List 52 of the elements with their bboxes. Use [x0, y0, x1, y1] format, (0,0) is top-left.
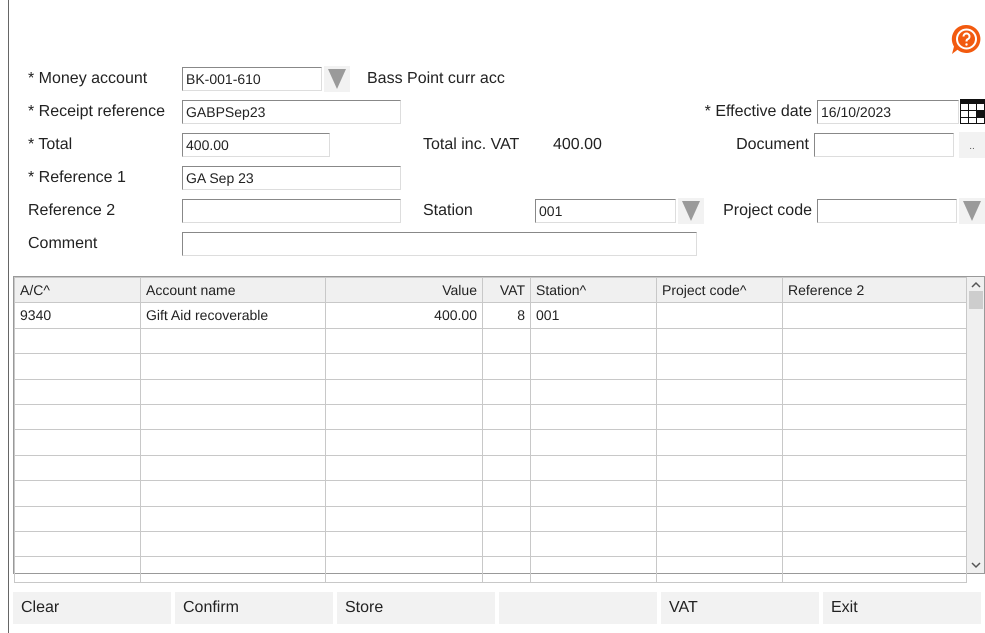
- dropdown-arrow-icon: [963, 200, 981, 220]
- field-label: * Effective date: [704, 102, 812, 122]
- field-label: Document: [736, 134, 809, 154]
- action-button[interactable]: Confirm: [175, 592, 333, 624]
- column-header[interactable]: A/C^: [14, 278, 140, 303]
- field-label: * Receipt reference: [28, 102, 166, 122]
- scroll-up-icon[interactable]: [970, 281, 980, 289]
- field-label: * Money account: [28, 68, 148, 88]
- input-field[interactable]: BK-001-610: [182, 66, 322, 90]
- calendar-icon[interactable]: [960, 99, 985, 124]
- input-field[interactable]: 001: [535, 198, 676, 222]
- dropdown-button[interactable]: [959, 198, 985, 224]
- action-button[interactable]: Store: [337, 592, 495, 624]
- column-header[interactable]: Project code^: [656, 278, 782, 303]
- table-cell: 8: [482, 302, 530, 328]
- field-label: * Total: [28, 134, 74, 154]
- dropdown-button[interactable]: [678, 198, 704, 224]
- dropdown-arrow-icon: [682, 200, 700, 220]
- input-field[interactable]: [814, 132, 954, 156]
- column-header[interactable]: Station^: [530, 278, 656, 303]
- action-button[interactable]: VAT: [661, 592, 819, 624]
- input-field[interactable]: GABPSep23: [182, 100, 401, 124]
- input-field[interactable]: [817, 198, 957, 222]
- input-field[interactable]: 16/10/2023: [817, 100, 959, 124]
- table-cell: Gift Aid recoverable: [140, 302, 326, 328]
- help-icon[interactable]: [950, 24, 983, 55]
- field-label: Station: [423, 200, 474, 220]
- dropdown-button[interactable]: [324, 66, 350, 92]
- column-header[interactable]: Reference 2: [782, 278, 966, 303]
- field-label: * Reference 1: [28, 168, 127, 188]
- dropdown-arrow-icon: [328, 68, 346, 88]
- table-cell: 001: [530, 302, 656, 328]
- input-field[interactable]: [182, 198, 401, 222]
- column-header[interactable]: Account name: [140, 278, 326, 303]
- input-field[interactable]: [182, 232, 697, 256]
- account-description: Bass Point curr acc: [367, 68, 505, 88]
- table-cell: 9340: [14, 302, 140, 328]
- action-button[interactable]: Clear: [13, 592, 171, 624]
- field-label: Project code: [723, 200, 812, 220]
- field-label: Total inc. VAT: [423, 134, 520, 154]
- table-cell: 400.00: [326, 302, 482, 328]
- total-value: 400.00: [553, 134, 602, 154]
- field-label: Reference 2: [28, 200, 116, 220]
- browse-button[interactable]: ..: [959, 132, 985, 158]
- scroll-down-icon[interactable]: [970, 561, 980, 569]
- input-field[interactable]: GA Sep 23: [182, 166, 401, 190]
- field-label: Comment: [28, 234, 98, 254]
- action-button[interactable]: Exit: [823, 592, 981, 624]
- column-header[interactable]: Value: [326, 278, 482, 303]
- column-header[interactable]: VAT: [482, 278, 530, 303]
- input-field[interactable]: 400.00: [182, 132, 330, 156]
- scrollbar-thumb[interactable]: [968, 291, 982, 309]
